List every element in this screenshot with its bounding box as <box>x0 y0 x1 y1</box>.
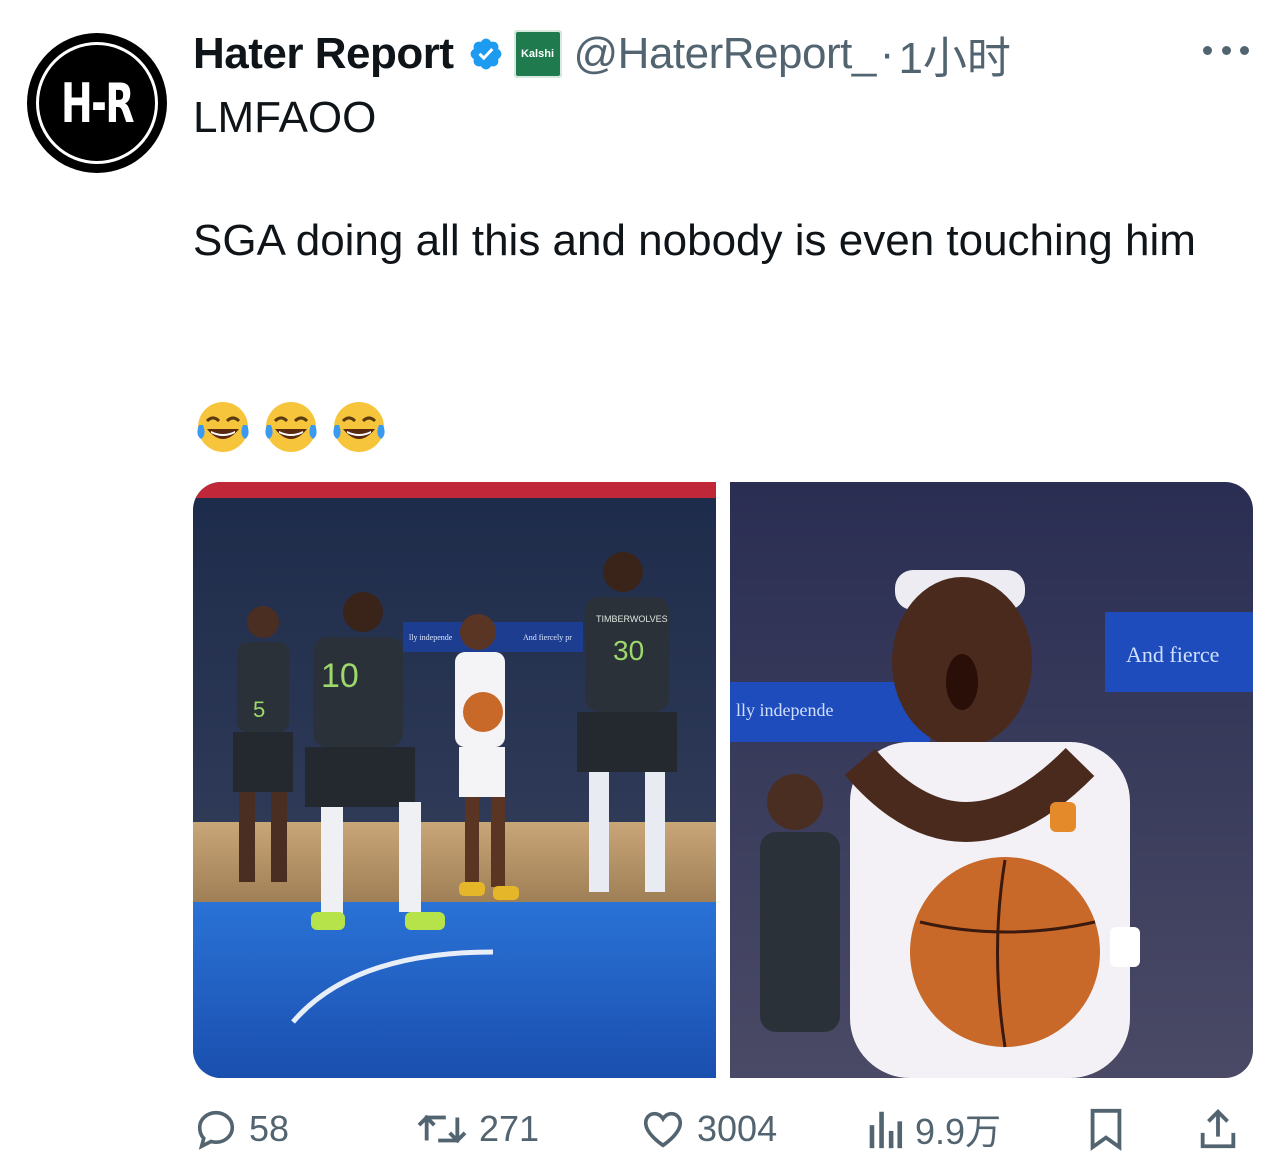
jersey-team-name: TIMBERWOLVES <box>596 614 668 624</box>
like-count: 3004 <box>697 1108 778 1149</box>
like-icon <box>643 1111 683 1148</box>
author-name[interactable]: Hater Report <box>193 29 454 79</box>
view-count: 9.9万 <box>915 1111 1002 1152</box>
jersey-left-number: 5 <box>253 697 265 722</box>
avatar-monogram: H-R <box>61 71 135 135</box>
more-icon[interactable] <box>1203 40 1249 60</box>
bookmark-icon <box>1090 1108 1122 1151</box>
author-handle[interactable]: @HaterReport_ <box>574 29 877 79</box>
views-button[interactable]: 9.9万 <box>865 1104 1001 1154</box>
repost-icon <box>417 1114 467 1144</box>
share-icon <box>1200 1109 1236 1149</box>
separator-dot: · <box>879 29 895 78</box>
tweet-media[interactable]: lly independe And fiercely pr 5 10 TIMBE… <box>193 482 1253 1078</box>
tweet-text-line2: SGA doing all this and nobody is even to… <box>193 216 1196 265</box>
timestamp[interactable]: 1小时 <box>898 22 1010 86</box>
share-button[interactable] <box>1195 1104 1241 1154</box>
jersey-right-number: 30 <box>613 635 644 666</box>
image-banner-left: lly independe <box>409 633 453 642</box>
bookmark-button[interactable] <box>1083 1104 1129 1154</box>
views-icon <box>869 1111 903 1149</box>
reply-icon <box>197 1110 235 1150</box>
like-button[interactable]: 3004 <box>639 1104 777 1154</box>
closeup-banner-left: lly independe <box>736 700 833 720</box>
tears-of-joy-emoji-icon <box>265 402 317 452</box>
repost-button[interactable]: 271 <box>415 1104 539 1154</box>
reply-count: 58 <box>249 1108 290 1149</box>
repost-count: 271 <box>479 1108 540 1149</box>
tweet-text-line1: LMFAOO <box>193 93 377 142</box>
media-image-court[interactable]: lly independe And fiercely pr 5 10 TIMBE… <box>193 482 716 1078</box>
avatar[interactable]: H-R <box>27 33 167 173</box>
tears-of-joy-emoji-icon <box>197 402 249 452</box>
reply-button[interactable]: 58 <box>193 1104 289 1154</box>
affiliate-badge[interactable]: Kalshi <box>513 30 562 78</box>
tweet-actions: 58 271 3004 9.9万 <box>193 1104 1253 1154</box>
jersey-center-number: 10 <box>321 657 359 695</box>
closeup-banner-right: And fierce <box>1126 642 1219 667</box>
verified-icon[interactable] <box>468 36 504 72</box>
media-image-closeup[interactable]: lly independe And fierce <box>730 482 1253 1078</box>
tears-of-joy-emoji-icon <box>333 402 385 452</box>
emoji-row <box>193 397 389 457</box>
image-banner-right: And fiercely pr <box>523 633 572 642</box>
tweet-header: Hater Report Kalshi @HaterReport_ · 1小时 <box>193 26 1011 83</box>
